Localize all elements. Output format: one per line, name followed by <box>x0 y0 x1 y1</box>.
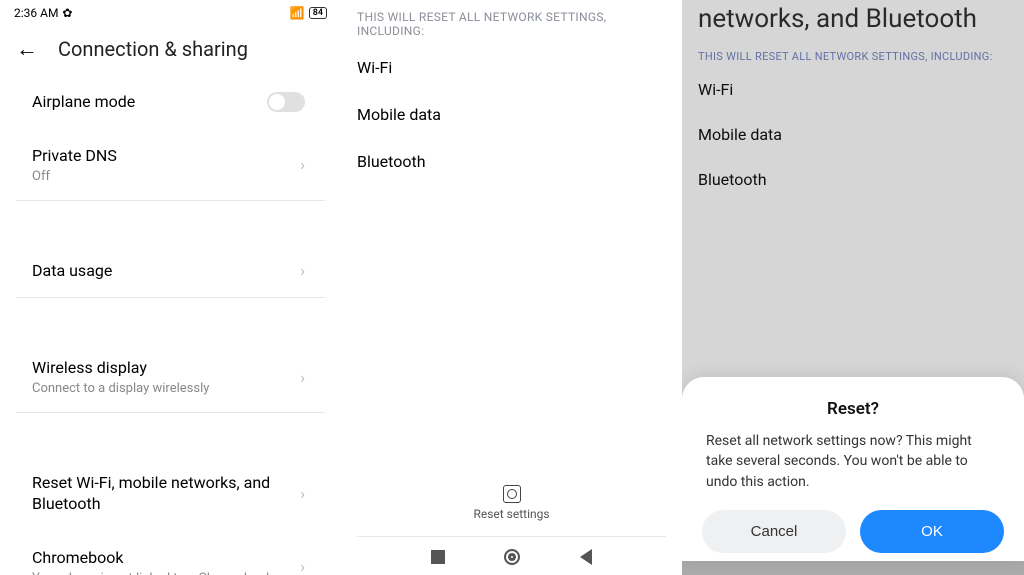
cancel-button[interactable]: Cancel <box>702 510 846 553</box>
reset-icon <box>503 485 521 503</box>
reset-note: THIS WILL RESET ALL NETWORK SETTINGS, IN… <box>341 0 682 44</box>
airplane-mode-label: Airplane mode <box>32 92 267 113</box>
status-time: 2:36 AM <box>14 6 58 20</box>
chevron-right-icon: › <box>300 368 305 387</box>
wireless-display-sub: Connect to a display wirelessly <box>32 381 300 396</box>
chevron-right-icon: › <box>300 155 305 174</box>
reset-confirm-screen: networks, and Bluetooth THIS WILL RESET … <box>682 0 1024 575</box>
wireless-display-row[interactable]: Wireless display Connect to a display wi… <box>16 342 325 413</box>
nav-back-icon[interactable] <box>580 549 592 565</box>
settings-connection-sharing: 2:36 AM ✿ 📶 84 ← Connection & sharing Ai… <box>0 0 341 575</box>
reset-settings-button[interactable]: Reset settings <box>341 485 682 521</box>
list-item: Mobile data <box>341 91 682 138</box>
airplane-mode-row[interactable]: Airplane mode <box>16 76 325 130</box>
dialog-title: Reset? <box>702 399 1004 419</box>
nav-home-icon[interactable] <box>504 549 520 565</box>
reset-settings-screen: THIS WILL RESET ALL NETWORK SETTINGS, IN… <box>341 0 682 575</box>
list-item: Wi-Fi <box>341 44 682 91</box>
chromebook-row[interactable]: Chromebook Your phone is not linked to a… <box>16 532 325 575</box>
reset-confirm-dialog: Reset? Reset all network settings now? T… <box>682 377 1024 561</box>
nav-bar-dimmed <box>682 561 1024 575</box>
divider <box>357 536 666 537</box>
battery-icon: 84 <box>309 7 327 19</box>
chevron-right-icon: › <box>300 261 305 280</box>
reset-networks-label: Reset Wi-Fi, mobile networks, and Blueto… <box>32 473 300 515</box>
status-bar: 2:36 AM ✿ 📶 84 <box>0 0 341 22</box>
private-dns-value: Off <box>32 169 300 184</box>
dnd-icon: ✿ <box>62 6 72 20</box>
nav-recent-icon[interactable] <box>431 550 445 564</box>
data-usage-row[interactable]: Data usage › <box>16 245 325 299</box>
reset-networks-row[interactable]: Reset Wi-Fi, mobile networks, and Blueto… <box>16 457 325 532</box>
chevron-right-icon: › <box>300 484 305 503</box>
private-dns-row[interactable]: Private DNS Off › <box>16 130 325 201</box>
dialog-body: Reset all network settings now? This mig… <box>702 431 1004 510</box>
list-item: Bluetooth <box>341 138 682 185</box>
chromebook-sub: Your phone is not linked to a Chromebook <box>32 571 300 575</box>
airplane-mode-toggle[interactable] <box>267 92 305 112</box>
nav-bar <box>341 549 682 565</box>
ok-button[interactable]: OK <box>860 510 1004 553</box>
page-title: Connection & sharing <box>58 37 248 61</box>
data-usage-label: Data usage <box>32 261 300 282</box>
signal-icon: 📶 <box>290 6 305 20</box>
private-dns-label: Private DNS <box>32 146 300 167</box>
wireless-display-label: Wireless display <box>32 358 300 379</box>
reset-settings-label: Reset settings <box>341 507 682 521</box>
back-arrow-icon[interactable]: ← <box>10 36 38 62</box>
chevron-right-icon: › <box>300 557 305 575</box>
chromebook-label: Chromebook <box>32 548 300 569</box>
